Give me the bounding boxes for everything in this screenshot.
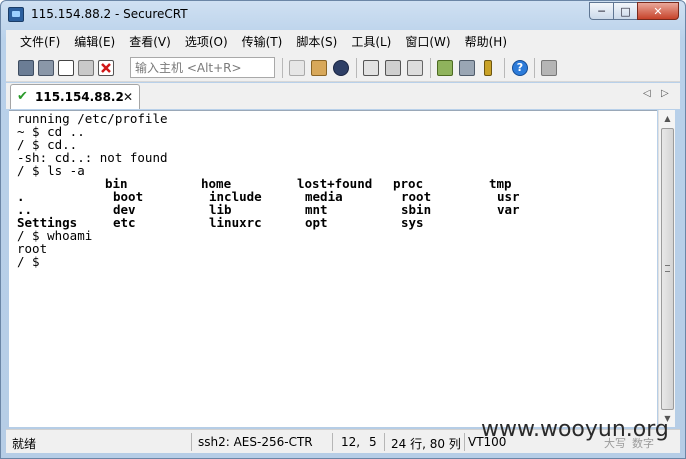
toolbar-separator	[504, 58, 505, 78]
sftp-icon[interactable]	[541, 60, 557, 76]
menu-help[interactable]: 帮助(H)	[465, 33, 507, 50]
window-controls: ─ □ ✕	[589, 2, 679, 20]
scroll-up-icon[interactable]: ▲	[659, 110, 676, 127]
maximize-button[interactable]: □	[613, 2, 637, 20]
toolbar-separator	[534, 58, 535, 78]
toolbar-separator	[356, 58, 357, 78]
scrollbar-thumb[interactable]	[661, 128, 674, 410]
terminal-scrollbar[interactable]: ▲ ▼	[658, 110, 675, 427]
connected-check-icon: ✔	[17, 89, 28, 104]
disconnect-icon[interactable]	[98, 60, 114, 76]
quick-connect-icon[interactable]	[38, 60, 54, 76]
status-ready: 就绪	[12, 437, 37, 451]
title-bar[interactable]: 115.154.88.2 - SecureCRT ─ □ ✕	[1, 1, 685, 29]
menu-script[interactable]: 脚本(S)	[296, 33, 337, 50]
copy-icon[interactable]	[289, 60, 305, 76]
quick-connect-input[interactable]	[130, 57, 275, 78]
toolbar-separator	[282, 58, 283, 78]
toolbar: ?	[6, 52, 680, 82]
connect-icon[interactable]	[18, 60, 34, 76]
securecrt-app-icon	[8, 7, 24, 22]
ls-entry: etc	[113, 215, 136, 230]
tab-scroll-left-icon[interactable]: ◁	[643, 88, 651, 99]
help-icon[interactable]: ?	[512, 60, 528, 76]
menu-options[interactable]: 选项(O)	[185, 33, 228, 50]
ls-entry: var	[497, 202, 520, 217]
status-cipher: ssh2: AES-256-CTR	[198, 435, 313, 449]
scrollbar-grip-icon	[665, 265, 670, 272]
minimize-button[interactable]: ─	[589, 2, 613, 20]
status-cursor-row: 12,	[341, 435, 361, 449]
ls-entry: linuxrc	[209, 215, 262, 230]
status-separator	[332, 433, 333, 451]
ls-entry: sys	[401, 215, 424, 230]
tab-close-icon[interactable]: ✕	[123, 90, 133, 104]
menu-bar: 文件(F) 编辑(E) 查看(V) 选项(O) 传输(T) 脚本(S) 工具(L…	[6, 30, 680, 52]
key-agent-icon[interactable]	[484, 60, 492, 76]
status-separator	[464, 433, 465, 451]
session-options-icon[interactable]	[437, 60, 453, 76]
session-tab-label: 115.154.88.2	[35, 90, 124, 104]
print-selection-icon[interactable]	[407, 60, 423, 76]
ls-entry: opt	[305, 215, 328, 230]
terminal-prompt: / $	[17, 254, 40, 269]
session-tab-strip: ✔ 115.154.88.2 ✕ ◁ ▷	[6, 83, 680, 109]
session-tab[interactable]: ✔ 115.154.88.2 ✕	[10, 84, 140, 109]
connect-tab-icon[interactable]	[58, 60, 74, 76]
menu-file[interactable]: 文件(F)	[20, 33, 60, 50]
menu-edit[interactable]: 编辑(E)	[74, 33, 115, 50]
window-title: 115.154.88.2 - SecureCRT	[31, 7, 188, 21]
find-icon[interactable]	[333, 60, 349, 76]
status-cursor-col: 5	[369, 435, 377, 449]
menu-transfer[interactable]: 传输(T)	[242, 33, 283, 50]
reconnect-icon[interactable]	[78, 60, 94, 76]
status-separator	[191, 433, 192, 451]
terminal-output[interactable]: running /etc/profile ~ $ cd .. / $ cd.. …	[9, 110, 657, 427]
global-options-icon[interactable]	[459, 60, 475, 76]
print-icon[interactable]	[363, 60, 379, 76]
close-button[interactable]: ✕	[637, 2, 679, 20]
toolbar-separator	[430, 58, 431, 78]
menu-tools[interactable]: 工具(L)	[351, 33, 391, 50]
status-terminal-size: 24 行, 80 列	[391, 437, 461, 451]
menu-window[interactable]: 窗口(W)	[405, 33, 450, 50]
terminal-line: / $ ls -a	[17, 163, 85, 178]
menu-view[interactable]: 查看(V)	[129, 33, 171, 50]
securecrt-window: 115.154.88.2 - SecureCRT ─ □ ✕ 文件(F) 编辑(…	[0, 0, 686, 459]
print-setup-icon[interactable]	[385, 60, 401, 76]
watermark-text: www.wooyun.org	[481, 417, 669, 442]
tab-scroll-right-icon[interactable]: ▷	[661, 88, 669, 99]
paste-icon[interactable]	[311, 60, 327, 76]
status-separator	[384, 433, 385, 451]
